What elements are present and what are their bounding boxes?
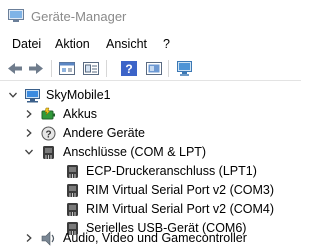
- toolbar-separator: [106, 60, 107, 77]
- tree-node-audio[interactable]: Audio, Video und Gamecontroller: [0, 229, 301, 248]
- tree-node-label: Akkus: [63, 107, 98, 121]
- computer-icon: [25, 89, 40, 103]
- tree-node-root[interactable]: SkyMobile1: [0, 86, 301, 105]
- tree-node-anschluesse[interactable]: Anschlüsse (COM & LPT): [0, 143, 301, 162]
- toolbar-separator: [168, 60, 169, 77]
- tree-node-label: Andere Geräte: [63, 126, 145, 140]
- port-icon: [43, 146, 54, 159]
- driver-details-icon[interactable]: [145, 60, 163, 77]
- scan-hardware-icon[interactable]: [176, 60, 194, 77]
- tree-node-label: RIM Virtual Serial Port v2 (COM4): [86, 202, 275, 216]
- tree-node-label: Anschlüsse (COM & LPT): [63, 145, 207, 159]
- chevron-right-icon[interactable]: [24, 233, 34, 243]
- toolbar-separator: [51, 60, 52, 77]
- chevron-right-icon[interactable]: [24, 109, 34, 119]
- chevron-right-icon[interactable]: [24, 128, 34, 138]
- window-title: Geräte-Manager: [31, 9, 127, 24]
- chevron-down-icon[interactable]: [8, 90, 18, 100]
- title-bar: Geräte-Manager: [0, 0, 301, 33]
- show-hidden-icon[interactable]: [82, 60, 100, 77]
- chevron-down-icon[interactable]: [24, 147, 34, 157]
- tree-node-com4[interactable]: RIM Virtual Serial Port v2 (COM4): [0, 200, 301, 219]
- tree-node-label: SkyMobile1: [46, 88, 111, 102]
- forward-arrow-icon[interactable]: [27, 60, 45, 77]
- device-tree[interactable]: SkyMobile1 Akkus ? Andere Geräte Anschlü…: [0, 86, 301, 248]
- battery-icon: [41, 107, 55, 120]
- svg-text:?: ?: [125, 62, 132, 76]
- properties-icon[interactable]: [58, 60, 76, 77]
- unknown-device-icon: ?: [41, 126, 56, 141]
- back-arrow-icon[interactable]: [6, 60, 24, 77]
- menu-aktion[interactable]: Aktion: [55, 37, 90, 51]
- port-icon: [67, 165, 78, 178]
- toolbar: ?: [0, 56, 301, 81]
- svg-text:?: ?: [45, 130, 51, 141]
- tree-node-label: ECP-Druckeranschluss (LPT1): [86, 164, 257, 178]
- menu-bar: Datei Aktion Ansicht ?: [0, 33, 301, 56]
- audio-icon: [41, 231, 55, 246]
- port-icon: [67, 203, 78, 216]
- tree-node-label: Audio, Video und Gamecontroller: [63, 231, 247, 245]
- tree-node-andere-geraete[interactable]: ? Andere Geräte: [0, 124, 301, 143]
- port-icon: [67, 184, 78, 197]
- menu-datei[interactable]: Datei: [12, 37, 41, 51]
- tree-node-akkus[interactable]: Akkus: [0, 105, 301, 124]
- help-icon[interactable]: ?: [120, 60, 138, 77]
- tree-node-com3[interactable]: RIM Virtual Serial Port v2 (COM3): [0, 181, 301, 200]
- tree-node-label: RIM Virtual Serial Port v2 (COM3): [86, 183, 275, 197]
- tree-node-lpt1[interactable]: ECP-Druckeranschluss (LPT1): [0, 162, 301, 181]
- menu-ansicht[interactable]: Ansicht: [106, 37, 147, 51]
- device-manager-icon: [8, 9, 24, 22]
- menu-help[interactable]: ?: [163, 37, 170, 51]
